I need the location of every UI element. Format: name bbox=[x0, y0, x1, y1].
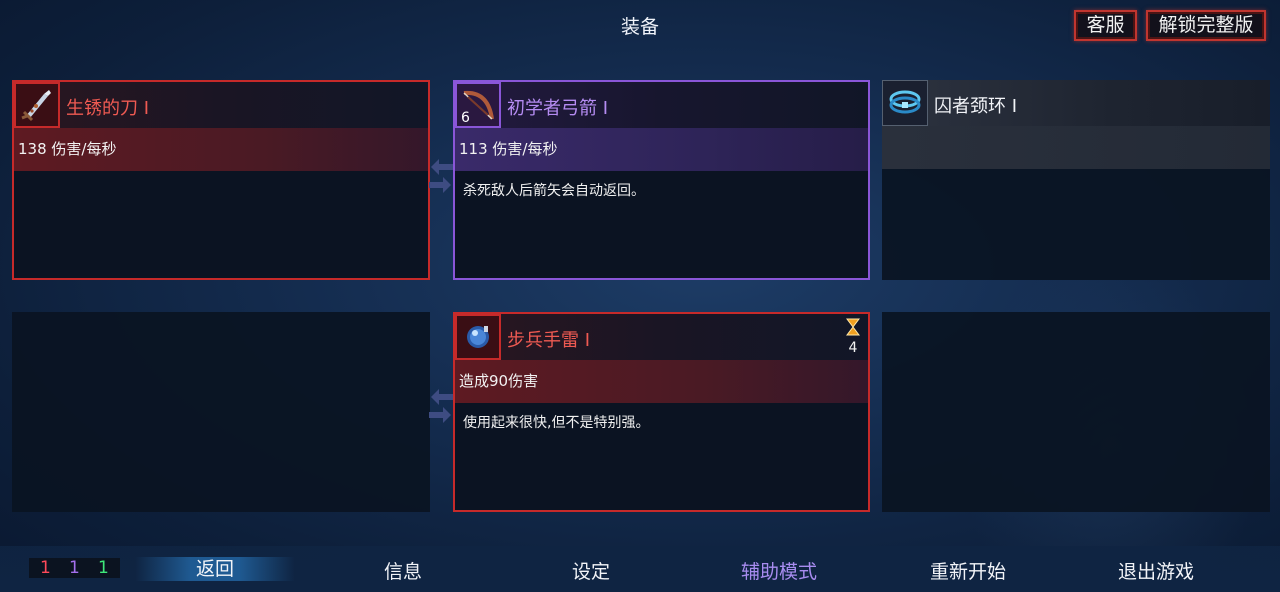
bow-icon: 6 bbox=[455, 82, 501, 128]
item-description: 杀死敌人后箭矢会自动返回。 bbox=[463, 183, 645, 199]
item-name: 生锈的刀 I bbox=[66, 98, 150, 119]
grenade-icon bbox=[455, 314, 501, 360]
equipment-slot-amulet[interactable]: 囚者颈环 I bbox=[882, 80, 1270, 280]
equipment-slot-empty[interactable] bbox=[882, 312, 1270, 512]
cooldown-indicator: 4 bbox=[846, 318, 860, 356]
swap-arrows-icon[interactable] bbox=[429, 156, 453, 196]
swap-arrows-icon[interactable] bbox=[429, 386, 453, 426]
rusty-sword-icon bbox=[14, 82, 60, 128]
item-count: 6 bbox=[461, 110, 470, 126]
item-stat: 造成90伤害 bbox=[455, 360, 868, 403]
equipment-slot-melee[interactable]: 生锈的刀 I 138 伤害/每秒 bbox=[12, 80, 430, 280]
counter-purple: 1 bbox=[69, 558, 80, 578]
unlock-full-version-button[interactable]: 解锁完整版 bbox=[1146, 10, 1266, 41]
item-description: 使用起来很快,但不是特别强。 bbox=[463, 415, 650, 431]
cooldown-value: 4 bbox=[848, 340, 858, 356]
item-name: 囚者颈环 I bbox=[934, 96, 1018, 117]
counter-green: 1 bbox=[98, 558, 109, 578]
restart-button[interactable]: 重新开始 bbox=[913, 557, 1023, 584]
quit-game-button[interactable]: 退出游戏 bbox=[1101, 557, 1211, 584]
item-name: 初学者弓箭 I bbox=[507, 98, 609, 119]
item-stat: 138 伤害/每秒 bbox=[14, 128, 428, 171]
customer-service-button[interactable]: 客服 bbox=[1074, 10, 1137, 41]
info-button[interactable]: 信息 bbox=[363, 557, 443, 584]
item-name: 步兵手雷 I bbox=[507, 330, 591, 351]
back-button[interactable]: 返回 bbox=[135, 557, 295, 581]
settings-button[interactable]: 设定 bbox=[551, 557, 631, 584]
equipment-slot-skill[interactable]: 步兵手雷 I 4 造成90伤害 使用起来很快,但不是特别强。 bbox=[453, 312, 870, 512]
assist-mode-button[interactable]: 辅助模式 bbox=[724, 557, 834, 584]
collar-amulet-icon bbox=[882, 80, 928, 126]
bottom-nav-bar: 1 1 1 返回 信息 设定 辅助模式 重新开始 退出游戏 bbox=[0, 546, 1280, 592]
equipment-slot-ranged[interactable]: 6 初学者弓箭 I 113 伤害/每秒 杀死敌人后箭矢会自动返回。 bbox=[453, 80, 870, 280]
counter-red: 1 bbox=[40, 558, 51, 578]
item-stat: 113 伤害/每秒 bbox=[455, 128, 868, 171]
hourglass-icon bbox=[846, 318, 860, 336]
scroll-counters: 1 1 1 bbox=[29, 558, 120, 578]
equipment-slot-empty[interactable] bbox=[12, 312, 430, 512]
item-stat-band bbox=[882, 126, 1270, 169]
